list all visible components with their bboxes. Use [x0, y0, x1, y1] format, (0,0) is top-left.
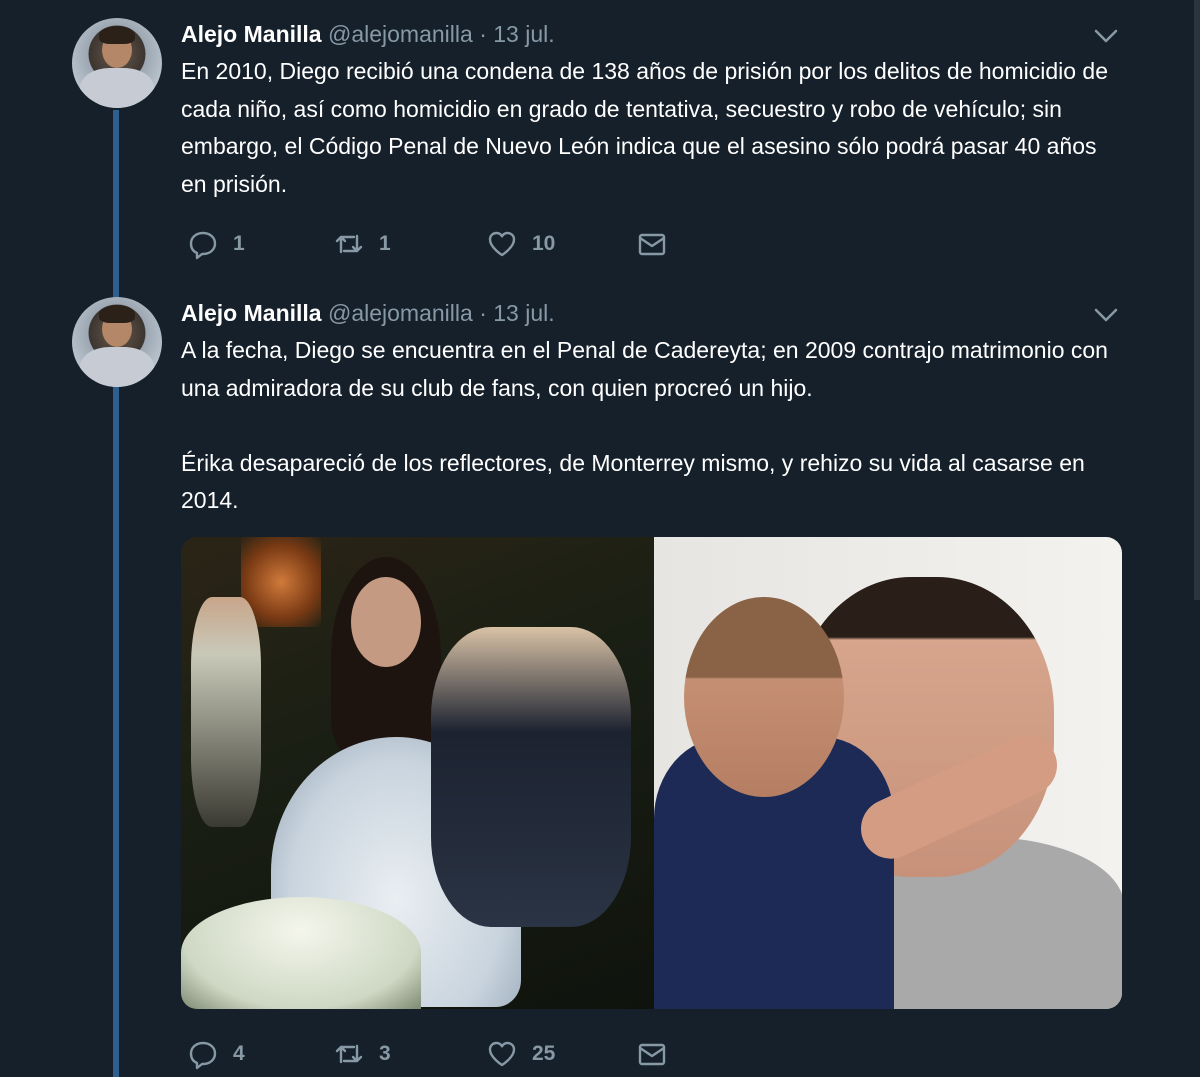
like-count: 25 — [532, 1042, 556, 1065]
reply-button[interactable]: 1 — [187, 226, 245, 262]
tweet-header: Alejo Manilla @alejomanilla · 13 jul. — [181, 19, 555, 49]
author-handle[interactable]: @alejomanilla — [328, 21, 473, 47]
like-button[interactable]: 25 — [486, 1036, 555, 1072]
tweet-date[interactable]: 13 jul. — [493, 300, 554, 326]
message-icon — [638, 1043, 666, 1066]
avatar[interactable] — [72, 297, 162, 387]
reply-icon — [189, 231, 217, 260]
message-icon — [638, 233, 666, 256]
like-button[interactable]: 10 — [486, 226, 555, 262]
reply-count: 4 — [233, 1042, 245, 1065]
tweet-text: En 2010, Diego recibió una condena de 13… — [181, 58, 1115, 197]
father-son-photo[interactable] — [654, 537, 1122, 1009]
retweet-button[interactable]: 3 — [333, 1036, 391, 1072]
wedding-photo[interactable] — [181, 537, 654, 1009]
avatar[interactable] — [72, 18, 162, 108]
author-name[interactable]: Alejo Manilla — [181, 21, 322, 47]
tweet-actions: 4 3 25 — [181, 1036, 721, 1072]
reply-button[interactable]: 4 — [187, 1036, 245, 1072]
chevron-down-icon[interactable] — [1092, 26, 1120, 46]
like-icon — [488, 1041, 516, 1067]
direct-message-button[interactable] — [636, 1036, 668, 1072]
separator: · — [479, 300, 487, 326]
retweet-icon — [335, 234, 363, 254]
tweet-actions: 1 1 10 — [181, 226, 721, 262]
scrollbar[interactable] — [1194, 0, 1200, 600]
author-name[interactable]: Alejo Manilla — [181, 300, 322, 326]
retweet-count: 3 — [379, 1042, 391, 1065]
retweet-button[interactable]: 1 — [333, 226, 391, 262]
direct-message-button[interactable] — [636, 226, 668, 262]
tweet-media[interactable] — [181, 537, 1122, 1009]
retweet-icon — [335, 1044, 363, 1064]
author-handle[interactable]: @alejomanilla — [328, 300, 473, 326]
tweet-date[interactable]: 13 jul. — [493, 21, 554, 47]
reply-icon — [189, 1041, 217, 1070]
like-icon — [488, 231, 516, 257]
tweet-header: Alejo Manilla @alejomanilla · 13 jul. — [181, 298, 555, 328]
like-count: 10 — [532, 232, 556, 255]
tweet-text: A la fecha, Diego se encuentra en el Pen… — [181, 337, 1108, 513]
reply-count: 1 — [233, 232, 245, 255]
separator: · — [479, 21, 487, 47]
thread-connector-line — [113, 110, 119, 1077]
chevron-down-icon[interactable] — [1092, 305, 1120, 325]
retweet-count: 1 — [379, 232, 391, 255]
